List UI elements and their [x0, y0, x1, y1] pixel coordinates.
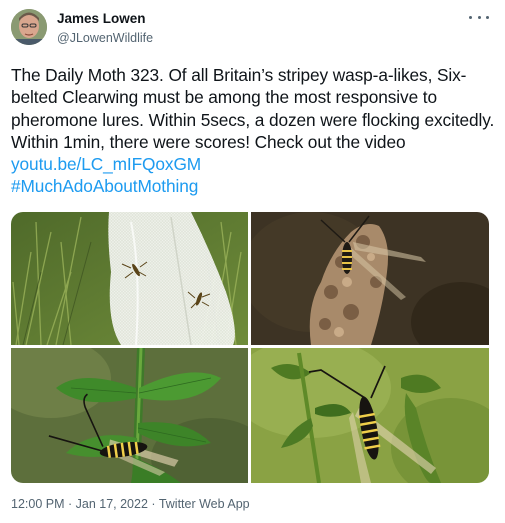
tweet-body: The Daily Moth 323. Of all Britain’s str… — [11, 65, 495, 152]
photo-moth-green-leaves[interactable] — [11, 348, 248, 483]
avatar[interactable] — [11, 9, 47, 45]
tweet-text: The Daily Moth 323. Of all Britain’s str… — [11, 64, 495, 198]
tweet-date[interactable]: Jan 17, 2022 — [76, 497, 148, 511]
author-handle[interactable]: @JLowenWildlife — [57, 30, 153, 46]
more-horizontal-icon[interactable] — [469, 10, 489, 24]
tweet-time[interactable]: 12:00 PM — [11, 497, 65, 511]
photo-grid — [11, 212, 489, 483]
photo-net-moths[interactable] — [11, 212, 248, 345]
photo-moth-stem[interactable] — [251, 348, 489, 483]
hashtag-link[interactable]: #MuchAdoAboutMothing — [11, 176, 198, 196]
tweet-source[interactable]: Twitter Web App — [159, 497, 250, 511]
author-block: James Lowen @JLowenWildlife — [57, 11, 153, 46]
more-dot — [486, 15, 489, 19]
meta-separator: · — [147, 497, 159, 511]
more-dot — [469, 15, 472, 19]
tweet: James Lowen @JLowenWildlife The Daily Mo… — [0, 0, 505, 523]
author-display-name[interactable]: James Lowen — [57, 11, 153, 27]
meta-separator: · — [64, 497, 76, 511]
photo-moth-dried-flower[interactable] — [251, 212, 489, 345]
video-link[interactable]: youtu.be/LC_mIFQoxGM — [11, 154, 201, 174]
more-dot — [477, 15, 481, 19]
tweet-meta: 12:00 PM · Jan 17, 2022 · Twitter Web Ap… — [11, 497, 250, 511]
